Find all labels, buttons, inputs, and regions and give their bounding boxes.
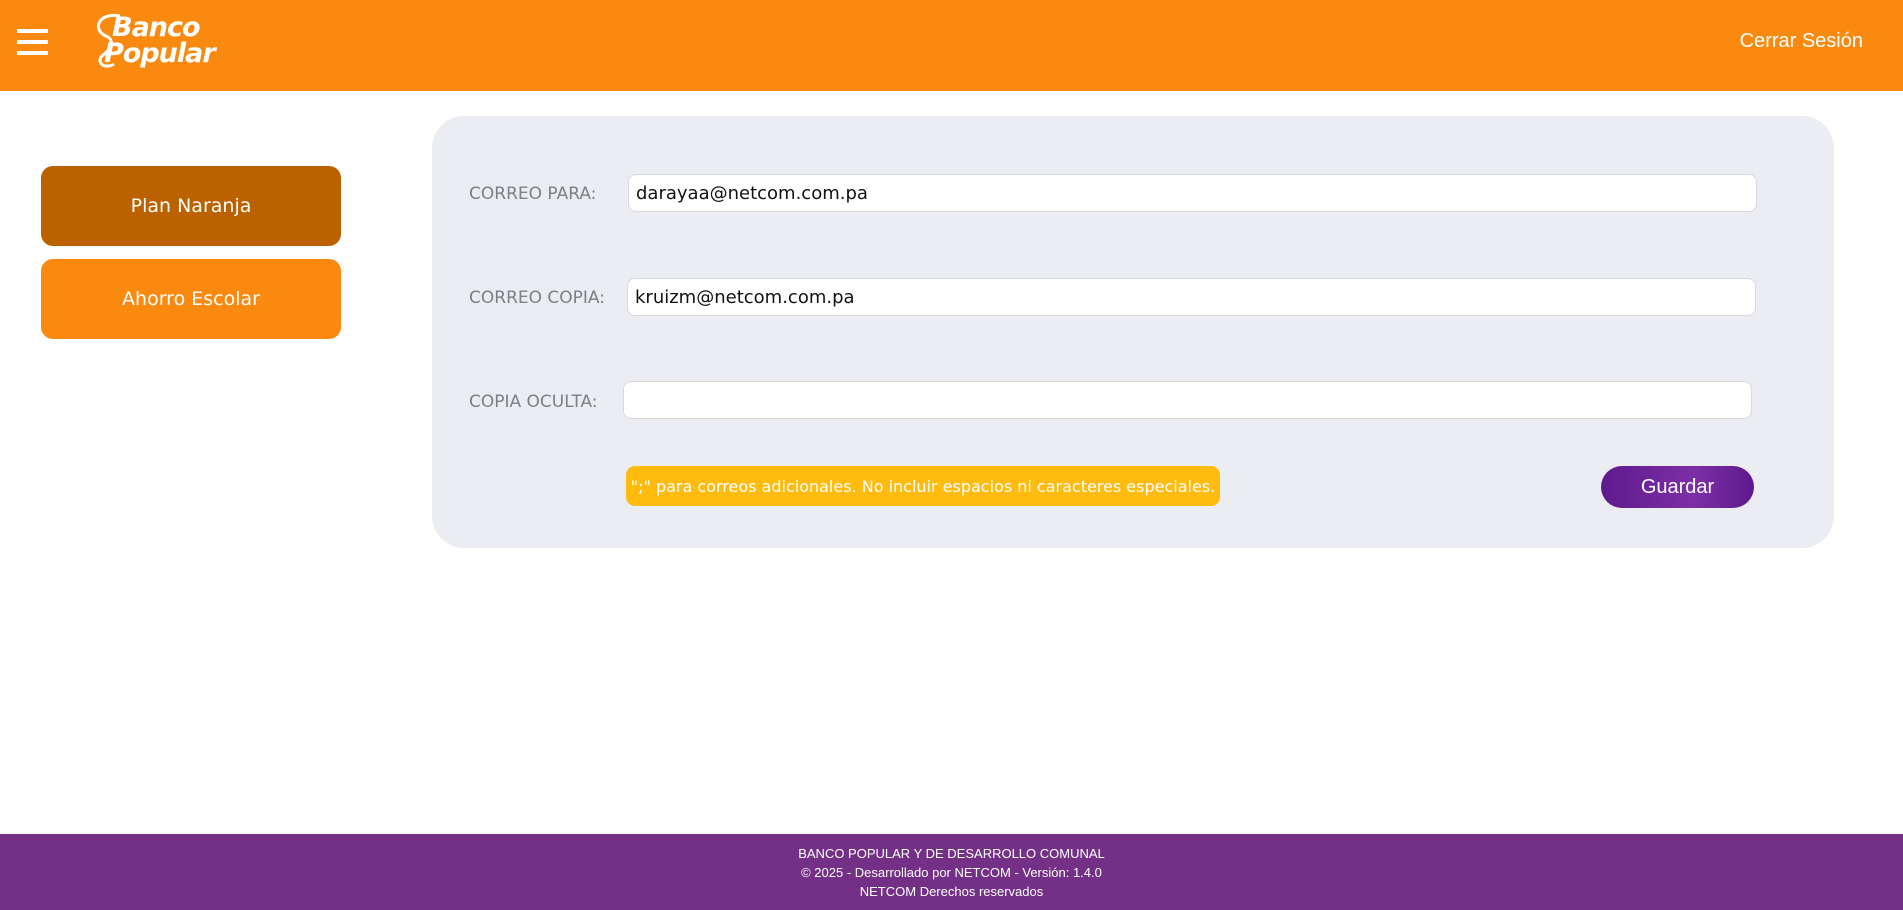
cc-email-label: CORREO COPIA: <box>469 288 605 308</box>
sidebar-item-plan-naranja[interactable]: Plan Naranja <box>41 166 341 246</box>
save-button[interactable]: Guardar <box>1601 466 1754 508</box>
bcc-email-label: COPIA OCULTA: <box>469 392 598 412</box>
footer-copyright: © 2025 - Desarrollado por NETCOM - Versi… <box>801 865 1102 880</box>
footer-rights: NETCOM Derechos reservados <box>859 884 1044 899</box>
to-email-label: CORREO PARA: <box>469 184 597 204</box>
footer-bank-name: BANCO POPULAR Y DE DESARROLLO COMUNAL <box>798 846 1105 861</box>
bcc-email-input[interactable] <box>623 381 1752 419</box>
banco-popular-logo[interactable]: Banco Popular <box>90 8 255 74</box>
logo-text-popular: Popular <box>104 38 216 69</box>
email-format-hint: ";" para correos adicionales. No incluir… <box>626 466 1220 506</box>
logout-button[interactable]: Cerrar Sesión <box>1740 30 1863 53</box>
to-email-input[interactable] <box>628 174 1757 212</box>
email-settings-panel: CORREO PARA: CORREO COPIA: COPIA OCULTA:… <box>432 116 1834 548</box>
top-header: Banco Popular Cerrar Sesión <box>0 0 1903 91</box>
logo-text-banco: Banco <box>112 12 201 43</box>
hamburger-menu-icon[interactable] <box>17 27 49 57</box>
sidebar-item-ahorro-escolar[interactable]: Ahorro Escolar <box>41 259 341 339</box>
page-footer: BANCO POPULAR Y DE DESARROLLO COMUNAL © … <box>0 834 1903 910</box>
cc-email-input[interactable] <box>627 278 1756 316</box>
